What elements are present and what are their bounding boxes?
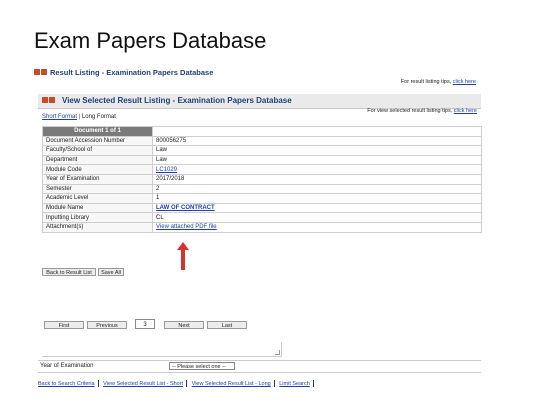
last-page-button[interactable]: Last	[207, 321, 247, 329]
inner-window: View Selected Result Listing - Examinati…	[38, 94, 482, 387]
format-separator: |	[78, 114, 81, 120]
table-row: Module Name LAW OF CONTRACT	[42, 202, 482, 214]
field-label: Semester	[42, 183, 153, 195]
field-value: CL	[152, 212, 482, 223]
table-row: Attachment(s) View attached PDF file	[42, 221, 482, 233]
long-format-label: Long Format	[81, 114, 116, 120]
inner-header-tip: For view selected result listing tips, c…	[367, 108, 477, 114]
table-row: Document Accession Number 800056275	[42, 135, 482, 147]
resize-grip-icon[interactable]	[275, 350, 280, 355]
page-number-input[interactable]: 3	[135, 319, 155, 329]
inner-tip-text: For view selected result listing tips,	[367, 108, 453, 114]
next-page-button[interactable]: Next	[164, 321, 204, 329]
back-to-result-list-button[interactable]: Back to Result List	[42, 268, 96, 276]
field-label: Faculty/School of	[42, 145, 153, 156]
outer-tip-link[interactable]: click here	[453, 79, 476, 85]
year-select[interactable]: -- Please select one --	[169, 362, 235, 370]
footer-link-back-to-search[interactable]: Back to Search Criteria	[38, 381, 95, 387]
table-row: Faculty/School of Law	[42, 145, 482, 156]
table-row: Inputting Library CL	[42, 212, 482, 223]
year-filter-row: Year of Examination -- Please select one…	[38, 360, 481, 373]
field-label: Year of Examination	[42, 173, 153, 185]
field-value: 2017/2018	[152, 173, 482, 185]
year-filter-label: Year of Examination	[40, 363, 94, 369]
footer-links: Back to Search Criteria View Selected Re…	[38, 380, 317, 387]
table-row: Academic Level 1	[42, 193, 482, 204]
outer-header-tip: For result listing tips, click here	[401, 79, 476, 85]
outer-tip-text: For result listing tips,	[400, 79, 452, 85]
field-value: 2	[152, 183, 482, 195]
footer-divider	[97, 380, 99, 387]
header-bars-icon	[34, 69, 48, 77]
red-arrow-icon	[177, 242, 189, 270]
outer-header: Result Listing - Examination Papers Data…	[34, 68, 482, 85]
inner-tip-link[interactable]: click here	[454, 108, 477, 114]
inner-header: View Selected Result Listing - Examinati…	[38, 94, 481, 109]
footer-link-view-long[interactable]: View Selected Result List - Long	[192, 381, 271, 387]
record-heading: Document 1 of 1	[42, 126, 153, 137]
module-name-link[interactable]: LAW OF CONTRACT	[156, 205, 215, 211]
outer-header-title: Result Listing - Examination Papers Data…	[50, 68, 214, 77]
field-value: LC1029	[152, 164, 482, 175]
table-row: Semester 2	[42, 183, 482, 195]
field-value: 1	[152, 193, 482, 204]
field-label: Attachment(s)	[42, 221, 153, 233]
field-label: Academic Level	[42, 193, 153, 204]
field-label: Module Name	[42, 202, 153, 214]
field-value: LAW OF CONTRACT	[152, 202, 482, 214]
first-page-button[interactable]: First	[44, 321, 84, 329]
notes-textarea[interactable]	[42, 342, 282, 357]
record-heading-blank	[152, 126, 482, 137]
table-row: Department Law	[42, 154, 482, 166]
field-value: 800056275	[152, 135, 482, 147]
format-switch: Short Format | Long Format	[42, 114, 116, 120]
table-row: Year of Examination 2017/2018	[42, 173, 482, 185]
field-value: View attached PDF file	[152, 221, 482, 233]
record-table: Document 1 of 1 Document Accession Numbe…	[42, 126, 482, 233]
inner-header-title: View Selected Result Listing - Examinati…	[62, 96, 292, 105]
table-row: Module Code LC1029	[42, 164, 482, 175]
record-heading-row: Document 1 of 1	[42, 126, 482, 137]
short-format-link[interactable]: Short Format	[42, 114, 77, 120]
field-label: Department	[42, 154, 153, 166]
footer-divider	[273, 380, 275, 387]
slide-title: Exam Papers Database	[34, 28, 267, 53]
field-value: Law	[152, 154, 482, 166]
attachment-pdf-link[interactable]: View attached PDF file	[156, 224, 217, 230]
field-label: Module Code	[42, 164, 153, 175]
footer-link-view-short[interactable]: View Selected Result List - Short	[103, 381, 183, 387]
field-label: Document Accession Number	[42, 135, 153, 147]
module-code-link[interactable]: LC1029	[156, 167, 177, 173]
field-label: Inputting Library	[42, 212, 153, 223]
footer-divider	[312, 380, 314, 387]
field-value: Law	[152, 145, 482, 156]
screenshot-panel: Result Listing - Examination Papers Data…	[34, 66, 482, 387]
footer-link-limit-search[interactable]: Limit Search	[279, 381, 310, 387]
save-all-button[interactable]: Save All	[98, 268, 124, 276]
footer-divider	[186, 380, 188, 387]
previous-page-button[interactable]: Previous	[87, 321, 127, 329]
header-bars-icon	[42, 97, 56, 105]
